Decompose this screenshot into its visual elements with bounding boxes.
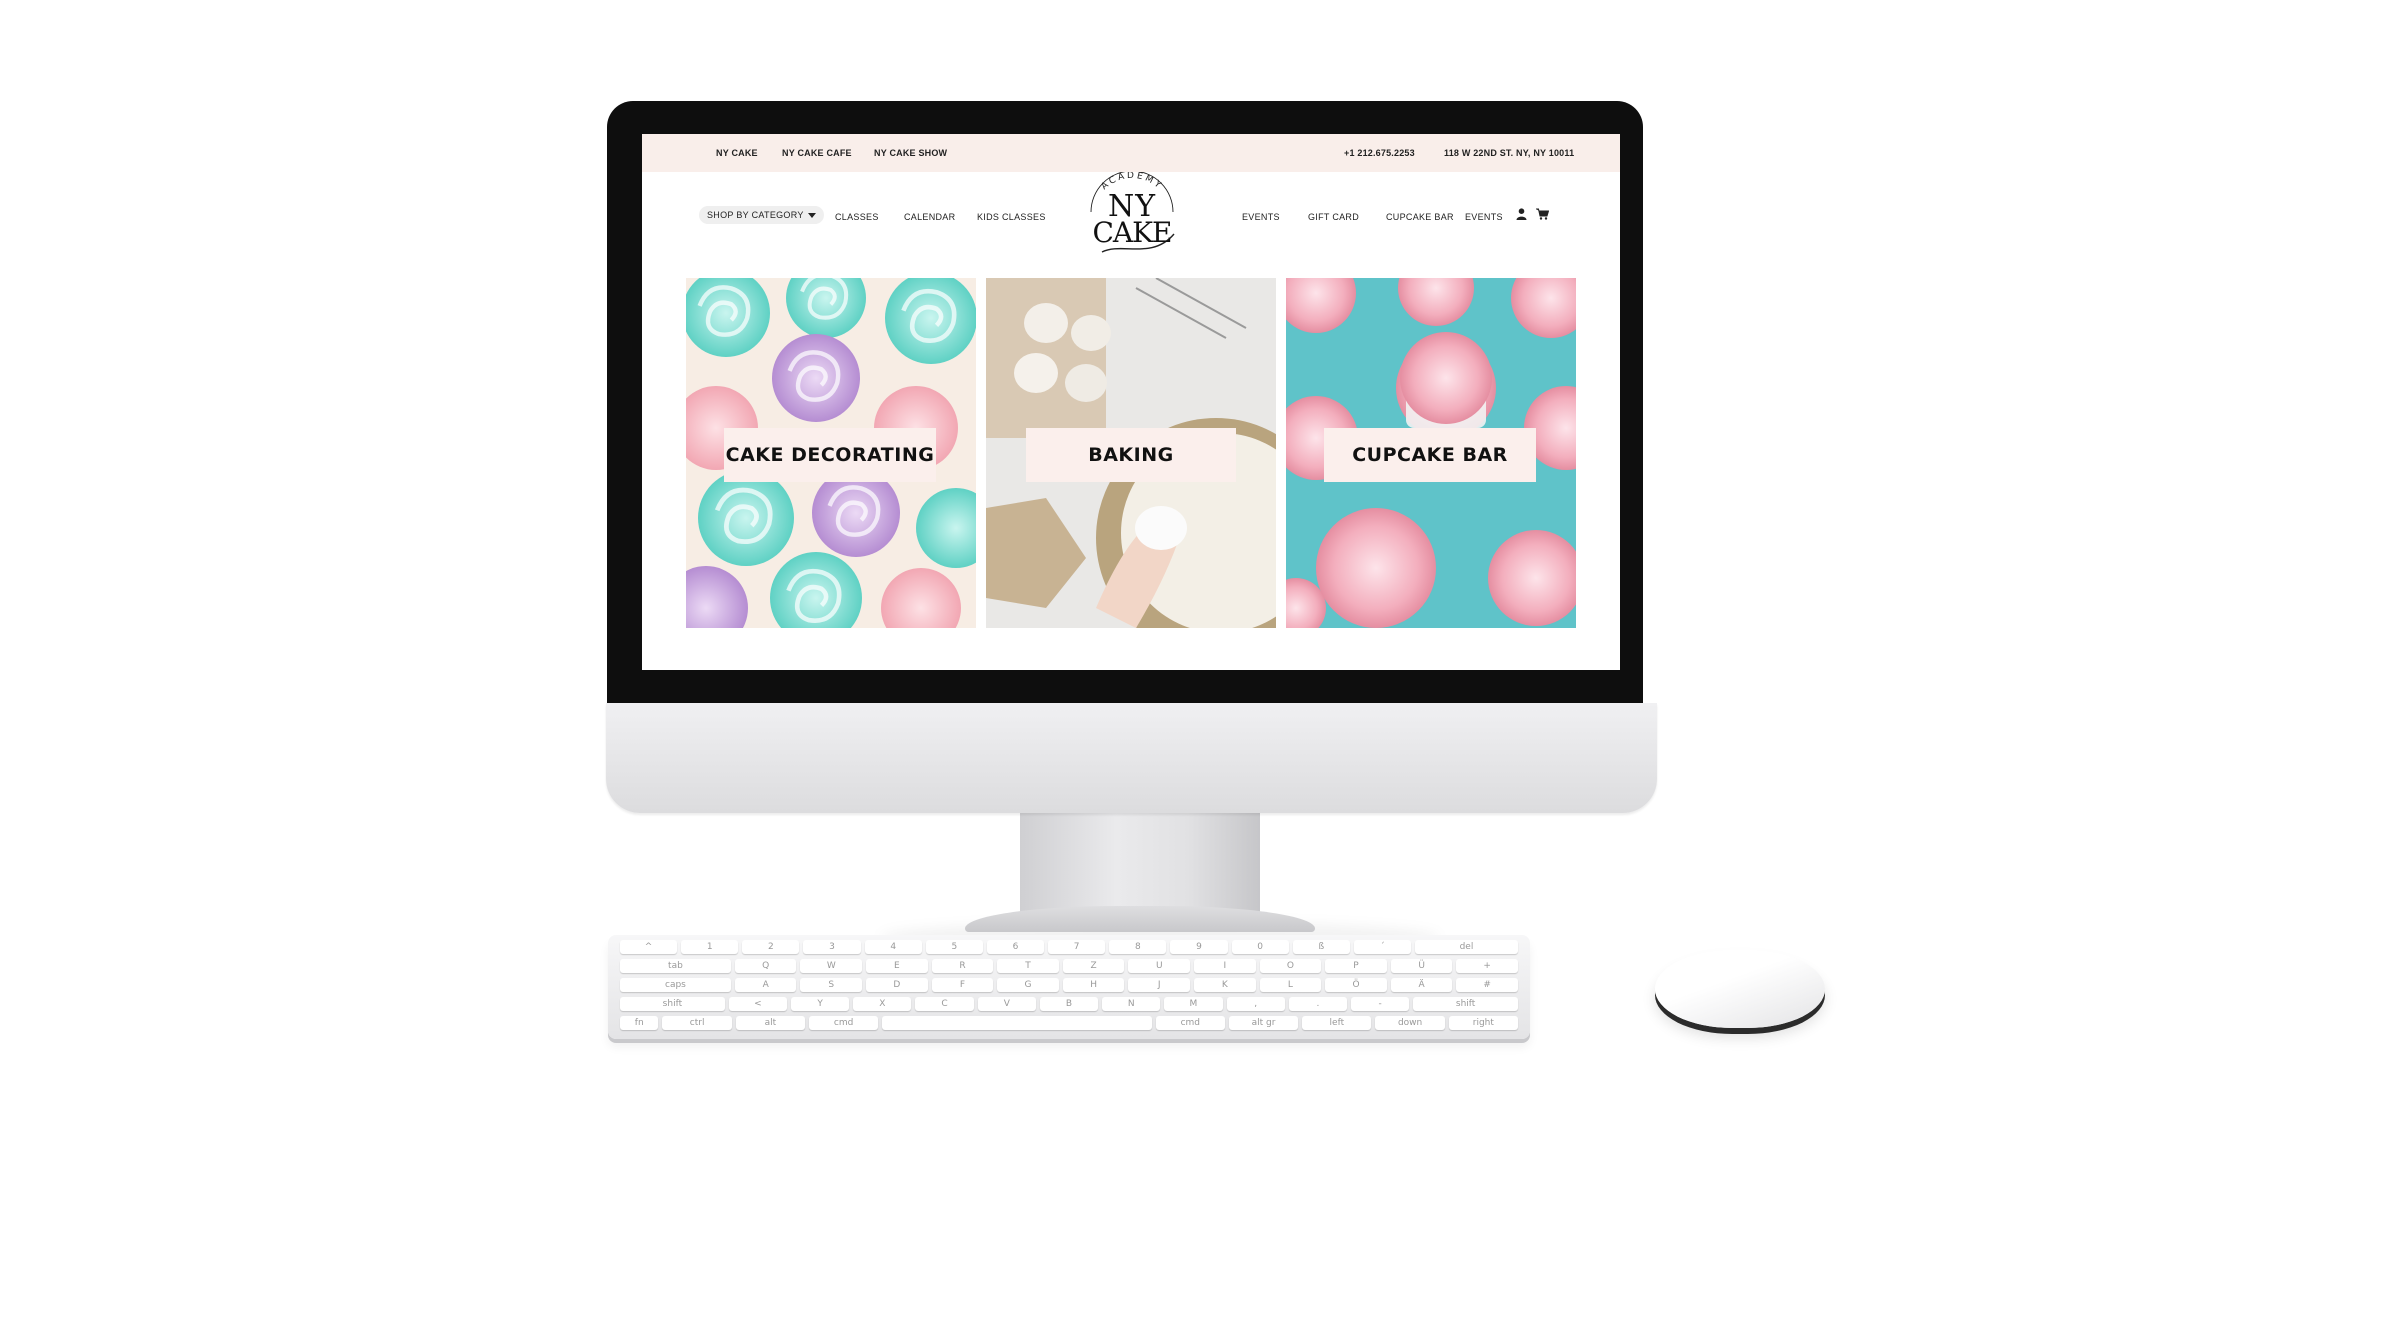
keyboard-key: right xyxy=(1448,1016,1518,1030)
keyboard-key: ß xyxy=(1292,940,1350,954)
keyboard-key: ´ xyxy=(1353,940,1412,954)
keyboard-key: fn xyxy=(620,1016,659,1030)
keyboard-row: tab Q W E R T Z U I O P Ü + xyxy=(620,959,1518,973)
monitor-stand-base xyxy=(965,906,1315,932)
top-link-ny-cake-show[interactable]: NY CAKE SHOW xyxy=(874,148,947,158)
tile-label-baking: BAKING xyxy=(1026,428,1236,482)
keyboard-key: I xyxy=(1194,959,1256,973)
keyboard-key: A xyxy=(734,978,797,992)
nav-link-events-2[interactable]: EVENTS xyxy=(1465,212,1503,222)
logo-cake: CAKE xyxy=(1092,216,1172,249)
top-link-ny-cake-cafe[interactable]: NY CAKE CAFE xyxy=(782,148,852,158)
keyboard-key: Y xyxy=(791,997,850,1011)
keyboard-key: O xyxy=(1259,959,1322,973)
keyboard-key: 9 xyxy=(1170,940,1228,954)
keyboard-key: D xyxy=(866,978,928,992)
cart-icon[interactable] xyxy=(1536,208,1549,220)
keyboard-key: 1 xyxy=(681,940,739,954)
monitor-screen: NY CAKE NY CAKE CAFE NY CAKE SHOW +1 212… xyxy=(642,134,1620,670)
keyboard-key: Ö xyxy=(1325,978,1387,992)
top-link-ny-cake[interactable]: NY CAKE xyxy=(716,148,758,158)
keyboard-key: U xyxy=(1128,959,1191,973)
keyboard-key: ^ xyxy=(620,940,678,954)
keyboard-key: # xyxy=(1456,978,1518,992)
keyboard-key: alt gr xyxy=(1228,1016,1299,1030)
keyboard-key: K xyxy=(1194,978,1256,992)
user-icon[interactable] xyxy=(1516,208,1527,220)
keyboard-key: V xyxy=(977,997,1036,1011)
keyboard-key: 2 xyxy=(742,940,800,954)
keyboard-key: J xyxy=(1128,978,1191,992)
keyboard-key: 5 xyxy=(925,940,983,954)
keyboard-key: Z xyxy=(1062,959,1125,973)
keyboard-key: 7 xyxy=(1048,940,1106,954)
keyboard-key: 8 xyxy=(1109,940,1167,954)
keyboard-row: caps A S D F G H J K L Ö Ä # xyxy=(620,978,1518,992)
keyboard-key: . xyxy=(1288,997,1347,1011)
keyboard-key: Ü xyxy=(1390,959,1453,973)
keyboard-key: left xyxy=(1302,1016,1372,1030)
keyboard-key: L xyxy=(1259,978,1322,992)
keyboard-key xyxy=(882,1016,1152,1030)
nav-link-classes[interactable]: CLASSES xyxy=(835,212,879,222)
keyboard-key: T xyxy=(997,959,1059,973)
keyboard-key: E xyxy=(866,959,928,973)
top-bar: NY CAKE NY CAKE CAFE NY CAKE SHOW +1 212… xyxy=(642,134,1620,172)
keyboard-key: tab xyxy=(620,959,731,973)
nav-link-cupcake-bar[interactable]: CUPCAKE BAR xyxy=(1386,212,1454,222)
nav-link-gift-card[interactable]: GIFT CARD xyxy=(1308,212,1359,222)
keyboard-key: 6 xyxy=(986,940,1045,954)
keyboard-key: del xyxy=(1415,940,1518,954)
caret-down-icon xyxy=(807,213,816,219)
keyboard-key: W xyxy=(800,959,863,973)
category-tile-cupcake-bar[interactable]: CUPCAKE BAR xyxy=(1286,278,1576,628)
keyboard-key: shift xyxy=(620,997,725,1011)
keyboard-key: alt xyxy=(735,1016,806,1030)
nav-link-events[interactable]: EVENTS xyxy=(1242,212,1280,222)
store-address[interactable]: 118 W 22ND ST. NY, NY 10011 xyxy=(1444,148,1574,158)
keyboard-key: Q xyxy=(734,959,797,973)
keyboard-key: 3 xyxy=(803,940,861,954)
keyboard-row: shift < Y X C V B N M,. - shift xyxy=(620,997,1518,1011)
mouse xyxy=(1655,950,1825,1028)
keyboard-key: caps xyxy=(620,978,731,992)
keyboard-key: cmd xyxy=(1155,1016,1225,1030)
nav-link-kids-classes[interactable]: KIDS CLASSES xyxy=(977,212,1046,222)
keyboard-key: down xyxy=(1375,1016,1445,1030)
site-logo[interactable]: ACADEMY NY CAKE xyxy=(1082,172,1182,262)
keyboard-key: ctrl xyxy=(662,1016,732,1030)
keyboard-key: C xyxy=(915,997,974,1011)
keyboard-key: F xyxy=(931,978,994,992)
monitor-chin xyxy=(606,703,1657,813)
keyboard-key: G xyxy=(997,978,1059,992)
shop-by-category-dropdown[interactable]: SHOP BY CATEGORY xyxy=(699,206,824,224)
keyboard-key: 4 xyxy=(864,940,922,954)
phone-number[interactable]: +1 212.675.2253 xyxy=(1344,148,1415,158)
shop-by-category-label: SHOP BY CATEGORY xyxy=(707,210,804,220)
keyboard-key: shift xyxy=(1413,997,1518,1011)
nav-link-calendar[interactable]: CALENDAR xyxy=(904,212,955,222)
keyboard-key: cmd xyxy=(809,1016,879,1030)
keyboard-key: S xyxy=(800,978,863,992)
keyboard: ^ 1 2 3 4 5 6 7 8 9 0 ß ´ del tab Q W E R T Z U I O P Ü + caps A S D… xyxy=(608,935,1530,1039)
keyboard-key: R xyxy=(931,959,994,973)
keyboard-key: H xyxy=(1062,978,1125,992)
keyboard-key: + xyxy=(1456,959,1518,973)
category-tile-cake-decorating[interactable]: CAKE DECORATING xyxy=(686,278,976,628)
tile-label-cupcake-bar: CUPCAKE BAR xyxy=(1324,428,1536,482)
keyboard-key: M xyxy=(1164,997,1223,1011)
keyboard-key: P xyxy=(1325,959,1387,973)
keyboard-row: ^ 1 2 3 4 5 6 7 8 9 0 ß ´ del xyxy=(620,940,1518,954)
keyboard-key: < xyxy=(728,997,788,1011)
keyboard-key: - xyxy=(1350,997,1410,1011)
keyboard-row: fn ctrl alt cmd cmd alt gr left down right xyxy=(620,1016,1518,1030)
keyboard-key: 0 xyxy=(1231,940,1289,954)
tile-label-cake-decorating: CAKE DECORATING xyxy=(724,428,936,482)
keyboard-key: Ä xyxy=(1390,978,1453,992)
category-tile-baking[interactable]: BAKING xyxy=(986,278,1276,628)
keyboard-key: N xyxy=(1102,997,1161,1011)
keyboard-key: , xyxy=(1226,997,1285,1011)
keyboard-key: B xyxy=(1039,997,1099,1011)
keyboard-key: X xyxy=(853,997,912,1011)
